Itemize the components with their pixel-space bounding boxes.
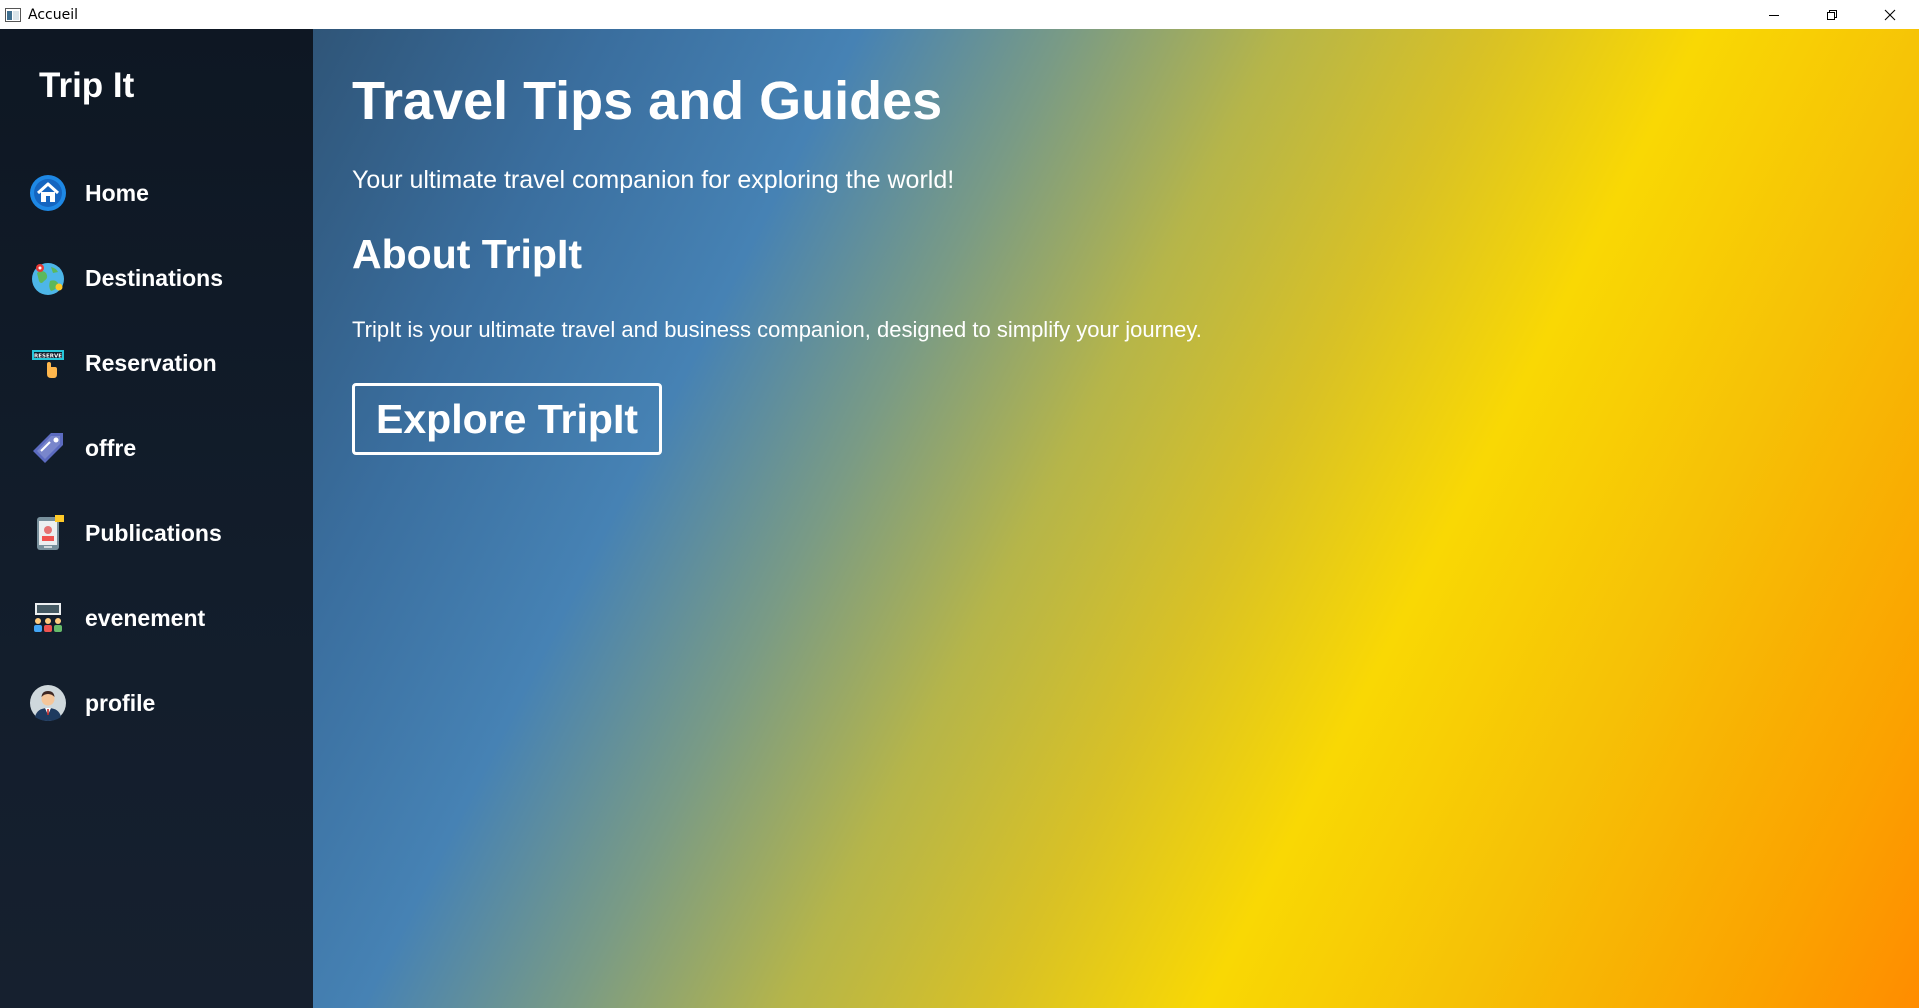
- about-description: TripIt is your ultimate travel and busin…: [352, 317, 1202, 342]
- page-title: Travel Tips and Guides: [352, 71, 943, 131]
- sidebar-item-profile[interactable]: profile: [28, 681, 298, 725]
- close-icon: [1884, 9, 1896, 20]
- sidebar-item-label: offre: [85, 434, 137, 461]
- title-bar[interactable]: Accueil: [0, 0, 1919, 29]
- about-heading: About TripIt: [352, 231, 583, 277]
- minimize-button[interactable]: [1745, 0, 1803, 29]
- sidebar-item-offre[interactable]: offre: [28, 426, 298, 470]
- minimize-icon: [1769, 14, 1779, 16]
- sidebar-item-destinations[interactable]: Destinations: [28, 256, 298, 300]
- sidebar-item-label: Destinations: [85, 264, 224, 291]
- sidebar-item-label: Reservation: [85, 349, 217, 376]
- sidebar-item-label: profile: [85, 689, 156, 716]
- sidebar-item-evenement[interactable]: evenement: [28, 596, 298, 640]
- brand-logo-text: Trip It: [39, 66, 135, 105]
- restore-icon: [1827, 9, 1837, 20]
- home-icon: [28, 173, 68, 213]
- window-controls: [1745, 0, 1919, 29]
- reserve-sign-icon: RESERVE: [28, 343, 68, 383]
- event-group-icon: [28, 598, 68, 638]
- restore-button[interactable]: [1803, 0, 1861, 29]
- sidebar: Trip It Home Destinations RESERVE Reserv…: [0, 29, 313, 1008]
- page-subtitle: Your ultimate travel companion for explo…: [352, 166, 955, 194]
- sidebar-item-label: Publications: [85, 519, 222, 546]
- sidebar-item-label: evenement: [85, 604, 206, 631]
- close-button[interactable]: [1861, 0, 1919, 29]
- price-tag-icon: [28, 428, 68, 468]
- window-title: Accueil: [28, 6, 78, 23]
- explore-tripit-button[interactable]: Explore TripIt: [352, 383, 662, 455]
- sidebar-item-label: Home: [85, 179, 149, 206]
- sidebar-item-home[interactable]: Home: [28, 171, 298, 215]
- sidebar-item-publications[interactable]: Publications: [28, 511, 298, 555]
- user-avatar-icon: [28, 683, 68, 723]
- app-window-icon: [4, 7, 22, 23]
- sidebar-item-reservation[interactable]: RESERVE Reservation: [28, 341, 298, 385]
- main-content: Travel Tips and Guides Your ultimate tra…: [313, 29, 1919, 1008]
- phone-post-icon: [28, 513, 68, 553]
- svg-text:RESERVE: RESERVE: [34, 353, 62, 359]
- globe-icon: [28, 258, 68, 298]
- app-window: Accueil Trip It Home Destinations RESERV…: [0, 0, 1919, 1008]
